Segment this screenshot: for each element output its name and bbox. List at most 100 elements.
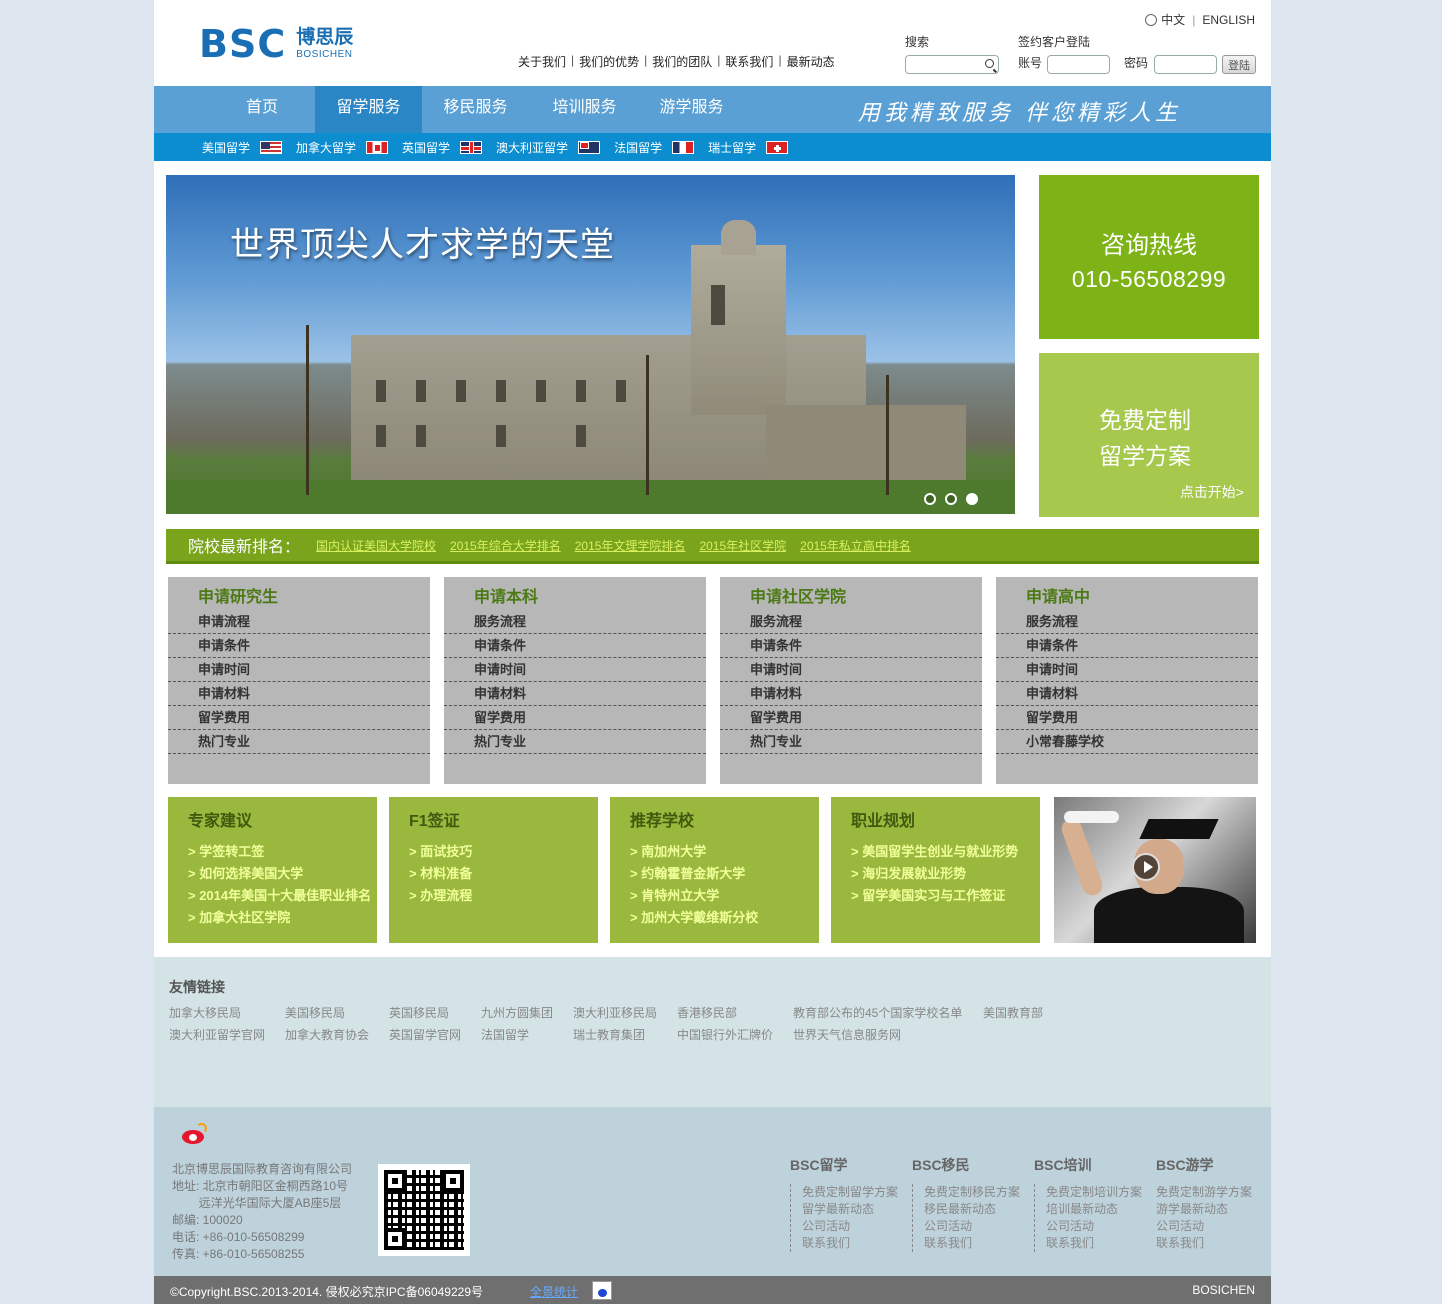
friend-link[interactable]: 美国移民局	[285, 1004, 345, 1021]
apply-box-link[interactable]: 留学费用	[444, 706, 706, 730]
green-box-link[interactable]: > 如何选择美国大学	[188, 863, 371, 885]
footer-link[interactable]: 免费定制游学方案	[1156, 1184, 1252, 1201]
green-box-title[interactable]: F1签证	[409, 807, 460, 831]
footer-link[interactable]: 公司活动	[802, 1218, 898, 1235]
slide-dot-1[interactable]	[924, 493, 936, 505]
nav-training[interactable]: 培训服务	[531, 86, 638, 133]
green-box-link[interactable]: > 海归发展就业形势	[851, 863, 1018, 885]
subnav-item-us[interactable]: 美国留学	[202, 139, 283, 156]
friend-link[interactable]: 瑞士教育集团	[573, 1026, 645, 1043]
green-box-title[interactable]: 推荐学校	[630, 807, 694, 831]
green-box-link[interactable]: > 学签转工签	[188, 841, 371, 863]
nav-study-tour[interactable]: 游学服务	[638, 86, 745, 133]
top-link-advantages[interactable]: 我们的优势	[579, 53, 639, 70]
hero-banner[interactable]: 世界顶尖人才求学的天堂	[166, 175, 1015, 514]
apply-box-link[interactable]: 申请流程	[168, 610, 430, 634]
account-input[interactable]	[1047, 55, 1110, 74]
nav-study-abroad[interactable]: 留学服务	[315, 86, 422, 133]
green-box-link[interactable]: > 肯特州立大学	[630, 885, 758, 907]
ranking-link[interactable]: 2015年社区学院	[699, 537, 786, 554]
apply-box-title[interactable]: 申请本科	[474, 583, 538, 607]
footer-link[interactable]: 公司活动	[1046, 1218, 1142, 1235]
logo[interactable]: BSC 博思辰 BOSICHEN	[199, 25, 353, 63]
footer-link[interactable]: 联系我们	[924, 1235, 1020, 1252]
apply-box-link[interactable]: 热门专业	[444, 730, 706, 754]
ranking-link[interactable]: 2015年文理学院排名	[575, 537, 686, 554]
green-box-link[interactable]: > 材料准备	[409, 863, 472, 885]
friend-link[interactable]: 香港移民部	[677, 1004, 737, 1021]
apply-box-title[interactable]: 申请研究生	[198, 583, 278, 607]
apply-box-link[interactable]: 申请条件	[168, 634, 430, 658]
apply-box-link[interactable]: 申请材料	[444, 682, 706, 706]
top-link-about[interactable]: 关于我们	[518, 53, 566, 70]
weibo-icon[interactable]	[180, 1123, 208, 1145]
green-box-link[interactable]: > 南加州大学	[630, 841, 758, 863]
green-box-link[interactable]: > 2014年美国十大最佳职业排名	[188, 885, 371, 907]
apply-box-link[interactable]: 热门专业	[720, 730, 982, 754]
custom-plan-start-link[interactable]: 点击开始>	[1180, 482, 1244, 502]
green-box-link[interactable]: > 美国留学生创业与就业形势	[851, 841, 1018, 863]
friend-link[interactable]: 教育部公布的45个国家学校名单	[793, 1004, 962, 1021]
slide-dot-3[interactable]	[966, 493, 978, 505]
apply-box-link[interactable]: 留学费用	[168, 706, 430, 730]
apply-box-link[interactable]: 小常春藤学校	[996, 730, 1258, 754]
friend-link[interactable]: 加拿大移民局	[169, 1004, 241, 1021]
footer-link[interactable]: 培训最新动态	[1046, 1201, 1142, 1218]
apply-box-link[interactable]: 申请材料	[168, 682, 430, 706]
apply-box-title[interactable]: 申请高中	[1026, 583, 1090, 607]
search-icon[interactable]	[985, 59, 994, 68]
ranking-link[interactable]: 国内认证美国大学院校	[316, 537, 436, 554]
footer-link[interactable]: 联系我们	[1156, 1235, 1252, 1252]
custom-plan-box[interactable]: 免费定制 留学方案 点击开始>	[1039, 353, 1259, 517]
graduate-video-thumbnail[interactable]	[1054, 797, 1256, 943]
friend-link[interactable]: 澳大利亚留学官网	[169, 1026, 265, 1043]
baidu-paw-icon[interactable]	[592, 1281, 612, 1300]
apply-box-link[interactable]: 申请材料	[996, 682, 1258, 706]
login-button[interactable]: 登陆	[1222, 55, 1256, 74]
nav-immigration[interactable]: 移民服务	[422, 86, 529, 133]
apply-box-link[interactable]: 热门专业	[168, 730, 430, 754]
ranking-link[interactable]: 2015年综合大学排名	[450, 537, 561, 554]
footer-link[interactable]: 免费定制移民方案	[924, 1184, 1020, 1201]
green-box-link[interactable]: > 面试技巧	[409, 841, 472, 863]
friend-link[interactable]: 英国留学官网	[389, 1026, 461, 1043]
ranking-link[interactable]: 2015年私立高中排名	[800, 537, 911, 554]
top-link-contact[interactable]: 联系我们	[725, 53, 773, 70]
footer-link[interactable]: 免费定制留学方案	[802, 1184, 898, 1201]
green-box-link[interactable]: > 加州大学戴维斯分校	[630, 907, 758, 929]
top-link-team[interactable]: 我们的团队	[652, 53, 712, 70]
friend-link[interactable]: 澳大利亚移民局	[573, 1004, 657, 1021]
apply-box-link[interactable]: 申请时间	[720, 658, 982, 682]
top-link-news[interactable]: 最新动态	[787, 53, 835, 70]
green-box-link[interactable]: > 加拿大社区学院	[188, 907, 371, 929]
apply-box-link[interactable]: 申请时间	[996, 658, 1258, 682]
footer-link[interactable]: 移民最新动态	[924, 1201, 1020, 1218]
password-input[interactable]	[1154, 55, 1217, 74]
friend-link[interactable]: 中国银行外汇牌价	[677, 1026, 773, 1043]
slide-dot-2[interactable]	[945, 493, 957, 505]
subnav-item-uk[interactable]: 英国留学	[402, 139, 483, 156]
friend-link[interactable]: 世界天气信息服务网	[793, 1026, 901, 1043]
apply-box-title[interactable]: 申请社区学院	[750, 583, 846, 607]
green-box-link[interactable]: > 留学美国实习与工作签证	[851, 885, 1018, 907]
apply-box-link[interactable]: 服务流程	[444, 610, 706, 634]
apply-box-link[interactable]: 留学费用	[996, 706, 1258, 730]
footer-link[interactable]: 留学最新动态	[802, 1201, 898, 1218]
footer-link[interactable]: 游学最新动态	[1156, 1201, 1252, 1218]
nav-home[interactable]: 首页	[210, 86, 314, 133]
apply-box-link[interactable]: 申请条件	[444, 634, 706, 658]
footer-link[interactable]: 联系我们	[802, 1235, 898, 1252]
stats-link[interactable]: 全景统计	[530, 1283, 578, 1300]
footer-link[interactable]: 公司活动	[1156, 1218, 1252, 1235]
hotline-box[interactable]: 咨询热线 010-56508299	[1039, 175, 1259, 339]
lang-english-link[interactable]: ENGLISH	[1202, 13, 1255, 27]
green-box-link[interactable]: > 办理流程	[409, 885, 472, 907]
green-box-link[interactable]: > 约翰霍普金斯大学	[630, 863, 758, 885]
footer-link[interactable]: 公司活动	[924, 1218, 1020, 1235]
green-box-title[interactable]: 专家建议	[188, 807, 252, 831]
footer-link[interactable]: 免费定制培训方案	[1046, 1184, 1142, 1201]
apply-box-link[interactable]: 留学费用	[720, 706, 982, 730]
search-input[interactable]	[905, 55, 999, 74]
apply-box-link[interactable]: 申请条件	[720, 634, 982, 658]
play-icon[interactable]	[1132, 853, 1160, 881]
